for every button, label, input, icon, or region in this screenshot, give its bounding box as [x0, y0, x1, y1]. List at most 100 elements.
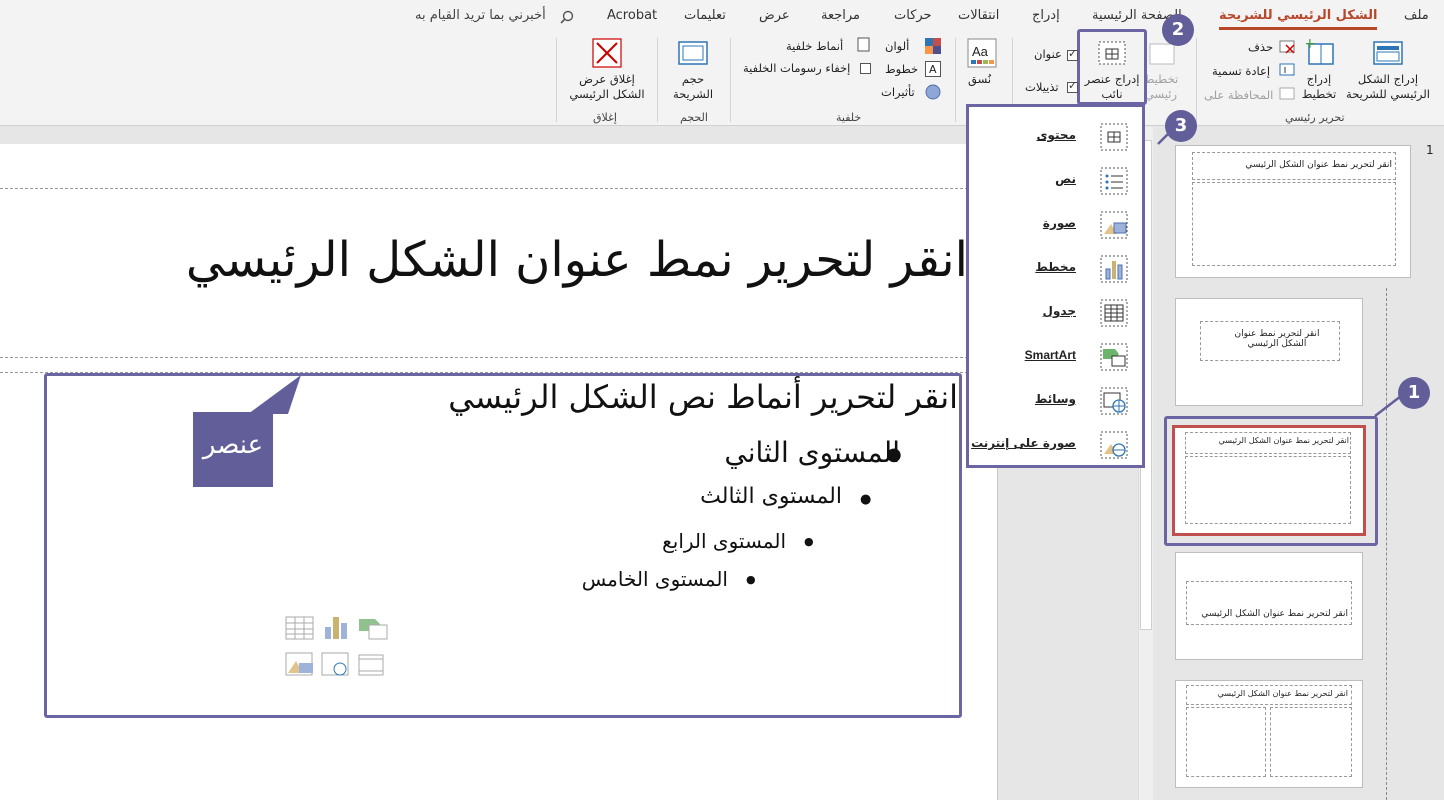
- content-placeholder-highlight[interactable]: [44, 373, 962, 718]
- thumbnail-master[interactable]: انقر لتحرير نمط عنوان الشكل الرئيسي: [1175, 145, 1411, 278]
- hide-background-checkbox[interactable]: [860, 63, 871, 74]
- step-badge-1: 1: [1398, 377, 1430, 409]
- tab-insert[interactable]: إدراج: [1032, 8, 1060, 23]
- themes-icon: Aa: [967, 38, 997, 68]
- online-picture-icon: [1100, 431, 1128, 459]
- preserve-icon: [1279, 87, 1295, 100]
- callout-pointer: [248, 375, 301, 414]
- ribbon-separator: [955, 38, 956, 122]
- thumbnail-layout-section[interactable]: انقر لتحرير نمط عنوان الشكل الرئيسي: [1175, 552, 1363, 660]
- thumbnail-two-content-title: انقر لتحرير نمط عنوان الشكل الرئيسي: [1217, 689, 1348, 698]
- master-layout-button[interactable]: تخطيط رئيسي: [1143, 72, 1179, 102]
- svg-text:A: A: [929, 63, 937, 76]
- thumbnail-layout-two-content[interactable]: انقر لتحرير نمط عنوان الشكل الرئيسي: [1175, 680, 1363, 788]
- hide-background-label: إخفاء رسومات الخلفية: [743, 61, 851, 75]
- thumbnail-master-title: انقر لتحرير نمط عنوان الشكل الرئيسي: [1245, 160, 1392, 170]
- tab-slide-master[interactable]: الشكل الرئيسي للشريحة: [1219, 8, 1378, 30]
- insert-smartart-icon: [359, 619, 388, 640]
- tab-animations[interactable]: حركات: [894, 8, 932, 23]
- close-master-icon: [592, 38, 622, 68]
- effects-button[interactable]: تأثيرات: [881, 85, 915, 100]
- dropdown-item-content[interactable]: محتوى: [969, 115, 1142, 159]
- tab-transitions[interactable]: انتقالات: [958, 8, 999, 23]
- insert-placeholder-dropdown: محتوى نص صورة مخطط جدول SmartArt وسائط ص…: [966, 104, 1145, 468]
- dropdown-item-table[interactable]: جدول: [969, 291, 1142, 335]
- insert-chart-icon: [325, 617, 347, 639]
- background-styles-icon: [857, 37, 870, 52]
- tab-acrobat[interactable]: Acrobat: [607, 8, 657, 23]
- insert-table-icon: [285, 616, 314, 640]
- svg-text:Aa: Aa: [972, 44, 989, 59]
- callout-text: عنصر: [202, 430, 264, 460]
- dropdown-item-online-picture[interactable]: صورة على إنترنت: [969, 423, 1142, 467]
- dropdown-item-smartart[interactable]: SmartArt: [969, 335, 1142, 379]
- background-styles-button[interactable]: أنماط خلفية: [786, 39, 843, 54]
- edit-master-group-label: تحرير رئيسي: [1285, 111, 1345, 124]
- slide-size-button[interactable]: حجم الشريحة: [666, 72, 720, 102]
- colors-icon: [925, 38, 941, 54]
- text-icon: [1100, 167, 1128, 195]
- insert-online-picture-icon: [321, 652, 349, 676]
- tab-file[interactable]: ملف: [1404, 8, 1429, 23]
- themes-button[interactable]: نُسق: [968, 72, 991, 87]
- layout-tree-line: [1386, 288, 1387, 800]
- table-icon: [1100, 299, 1128, 327]
- rename-icon: [1279, 63, 1295, 76]
- close-master-view-button[interactable]: إغلاق عرض الشكل الرئيسي: [560, 72, 654, 102]
- background-group-label: خلفية: [836, 111, 862, 124]
- search-icon: [560, 10, 574, 24]
- slide-title-text: انقر لتحرير نمط عنوان الشكل الرئيسي: [185, 232, 968, 288]
- thumbnail-layout-title-text: انقر لتحرير نمط عنوان الشكل الرئيسي: [1234, 329, 1320, 349]
- insert-video-icon: [358, 654, 384, 676]
- bullet-level-3: ●: [860, 492, 872, 507]
- body-level-1-text: انقر لتحرير أنماط نص الشكل الرئيسي: [448, 378, 958, 416]
- dropdown-item-chart[interactable]: مخطط: [969, 247, 1142, 291]
- ribbon-separator: [1196, 38, 1197, 122]
- bullet-level-4: ●: [804, 535, 814, 548]
- footers-checkbox-label: تذييلات: [1025, 80, 1059, 94]
- smartart-icon: [1100, 343, 1128, 371]
- thumbnail-section-title: انقر لتحرير نمط عنوان الشكل الرئيسي: [1201, 609, 1348, 619]
- title-checkbox[interactable]: [1067, 47, 1078, 61]
- insert-layout-icon: +: [1306, 38, 1334, 65]
- ribbon: [0, 34, 1444, 126]
- chart-icon: [1100, 255, 1128, 283]
- picture-icon: [1100, 211, 1128, 239]
- preserve-button[interactable]: المحافظة على: [1204, 88, 1273, 103]
- slide-number: 1: [1426, 143, 1434, 157]
- tab-view[interactable]: عرض: [759, 8, 790, 23]
- content-insert-icons: [285, 616, 388, 676]
- rename-button[interactable]: إعادة تسمية: [1212, 64, 1270, 79]
- ribbon-separator: [657, 38, 658, 122]
- title-checkbox-label: عنوان: [1034, 47, 1062, 61]
- effects-icon: [925, 84, 941, 100]
- insert-placeholder-highlight: [1077, 29, 1147, 105]
- slide-size-icon: [678, 41, 708, 65]
- content-icon: [1100, 123, 1128, 151]
- step-badge-3: 3: [1165, 110, 1197, 142]
- insert-master-button[interactable]: إدراج الشكل الرئيسي للشريحة: [1342, 72, 1434, 102]
- footers-checkbox[interactable]: [1067, 79, 1078, 93]
- tab-review[interactable]: مراجعة: [821, 8, 860, 23]
- body-level-2-text: المستوى الثاني: [724, 436, 900, 469]
- colors-button[interactable]: ألوان: [885, 39, 909, 54]
- body-level-3-text: المستوى الثالث: [700, 484, 842, 509]
- delete-button[interactable]: حذف: [1248, 40, 1273, 55]
- bullet-level-5: ●: [746, 573, 756, 586]
- tab-help[interactable]: تعليمات: [684, 8, 726, 23]
- insert-layout-button[interactable]: إدراج تخطيط: [1296, 72, 1342, 102]
- tell-me-box[interactable]: أخبرني بما تريد القيام به: [415, 8, 546, 23]
- delete-icon: [1279, 40, 1295, 54]
- step-badge-2: 2: [1162, 14, 1194, 46]
- fonts-button[interactable]: خطوط: [885, 62, 918, 77]
- dropdown-item-media[interactable]: وسائط: [969, 379, 1142, 423]
- close-group-label: إغلاق: [593, 111, 617, 124]
- body-level-5-text: المستوى الخامس: [581, 567, 728, 591]
- insert-master-icon: [1373, 41, 1403, 65]
- ribbon-separator: [730, 38, 731, 122]
- svg-text:+: +: [1306, 38, 1316, 52]
- fonts-icon: A: [925, 61, 941, 77]
- dropdown-item-picture[interactable]: صورة: [969, 203, 1142, 247]
- thumbnail-layout-title[interactable]: انقر لتحرير نمط عنوان الشكل الرئيسي: [1175, 298, 1363, 406]
- dropdown-item-text[interactable]: نص: [969, 159, 1142, 203]
